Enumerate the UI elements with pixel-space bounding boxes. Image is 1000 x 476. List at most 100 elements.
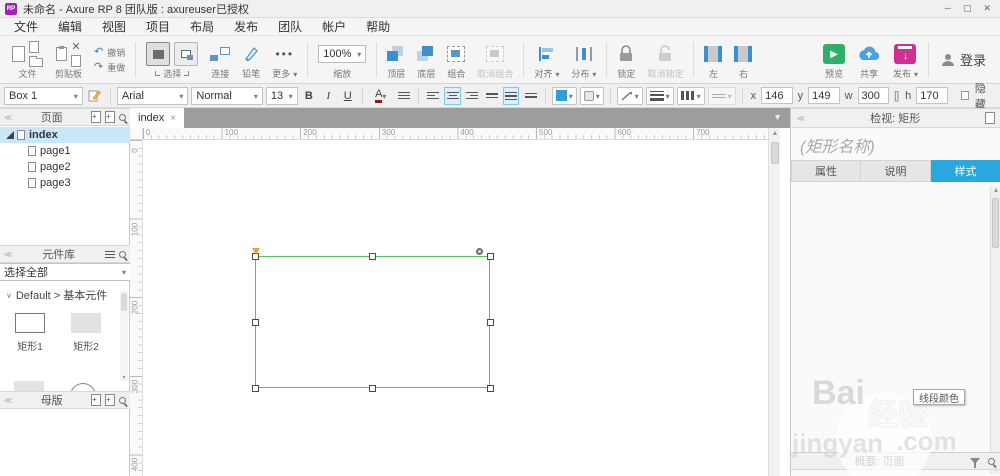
widget-rect3-partial[interactable] [14, 381, 44, 391]
canvas-vertical-scrollbar[interactable]: ▲ [768, 128, 780, 476]
menu-item-9[interactable]: 帮助 [356, 18, 400, 36]
menu-item-4[interactable]: 项目 [136, 18, 180, 36]
inspector-tab-属性[interactable]: 属性 [791, 160, 861, 182]
valign-top-button[interactable] [483, 87, 499, 105]
select-contain-button[interactable] [174, 42, 198, 66]
clipboard-tools[interactable]: ✕ 剪贴板 [49, 36, 88, 83]
menu-item-6[interactable]: 发布 [224, 18, 268, 36]
menu-item-1[interactable]: 文件 [4, 18, 48, 36]
inspector-tab-说明[interactable]: 说明 [861, 160, 931, 182]
opacity-chip[interactable] [580, 87, 604, 105]
font-size-select[interactable]: 13 [266, 87, 298, 105]
resize-handle[interactable] [369, 253, 376, 260]
scrollbar-thumb[interactable] [771, 142, 779, 164]
scrollbar-thumb[interactable] [992, 198, 999, 248]
edit-style-button[interactable] [86, 87, 104, 105]
resize-handle[interactable] [369, 385, 376, 392]
filter-icon[interactable] [970, 458, 980, 464]
select-intersect-button[interactable] [146, 42, 170, 66]
line-width-chip[interactable] [646, 87, 674, 105]
add-folder-icon[interactable]: + [105, 111, 115, 123]
fill-color-chip[interactable] [552, 87, 577, 105]
menu-item-3[interactable]: 视图 [92, 18, 136, 36]
sidebar-page-page2[interactable]: page2 [0, 159, 130, 175]
resize-handle[interactable] [252, 319, 259, 326]
expand-caret-icon[interactable] [6, 131, 14, 139]
menu-item-8[interactable]: 帐户 [312, 18, 356, 36]
more-tools[interactable]: ••• 更多 [266, 36, 303, 83]
align-right-button[interactable] [464, 87, 480, 105]
underline-button[interactable]: U [340, 87, 356, 105]
add-master-icon[interactable]: + [91, 394, 101, 406]
scroll-up-icon[interactable]: ▲ [769, 130, 781, 137]
add-page-icon[interactable]: + [91, 111, 101, 123]
bold-button[interactable]: B [301, 87, 317, 105]
publish-button[interactable]: ↓ 发布 [887, 36, 924, 83]
align-left-button[interactable] [425, 87, 441, 105]
sidebar-page-page3[interactable]: page3 [0, 175, 130, 191]
widget-ellipse-partial[interactable] [70, 383, 96, 391]
search-icon[interactable] [119, 397, 126, 404]
resize-handle[interactable] [252, 385, 259, 392]
menu-item-2[interactable]: 编辑 [48, 18, 92, 36]
close-icon[interactable]: ✕ [983, 3, 991, 14]
redo-button[interactable]: ↷重做 [94, 61, 125, 74]
resize-handle[interactable] [487, 385, 494, 392]
menu-item-7[interactable]: 团队 [268, 18, 312, 36]
resize-handle[interactable] [487, 253, 494, 260]
scroll-up-icon[interactable]: ▲ [991, 187, 1000, 194]
widget-name-input[interactable]: (矩形名称) [800, 133, 875, 157]
line-color-chip[interactable] [617, 87, 643, 105]
resize-handle[interactable] [487, 319, 494, 326]
x-input[interactable]: 146 [761, 87, 793, 104]
valign-middle-button[interactable] [503, 87, 519, 105]
valign-bottom-button[interactable] [522, 87, 538, 105]
sidebar-page-page1[interactable]: page1 [0, 143, 130, 159]
section-collapse-icon[interactable]: ∨ [6, 291, 12, 300]
distribute-tool[interactable]: 分布 [565, 36, 602, 83]
inspector-scrollbar[interactable]: ▲ ▼ [990, 186, 1000, 474]
menu-item-5[interactable]: 布局 [180, 18, 224, 36]
font-weight-select[interactable]: Normal [191, 87, 262, 105]
undo-button[interactable]: ↶撤销 [94, 46, 125, 59]
send-to-back[interactable]: 底层 [411, 36, 441, 83]
widget-style-select[interactable]: Box 1 [4, 87, 83, 105]
file-tools[interactable]: 文件 [6, 36, 49, 83]
align-tool[interactable]: 对齐 [528, 36, 565, 83]
collapse-panel-icon[interactable]: ≪ [4, 113, 12, 122]
collapse-panel-icon[interactable]: ≪ [797, 114, 805, 123]
line-style-chip[interactable] [677, 87, 705, 105]
add-master-folder-icon[interactable]: + [105, 394, 115, 406]
login-button[interactable]: 登录 [933, 50, 994, 69]
h-input[interactable]: 170 [916, 87, 948, 104]
inspector-tab-样式[interactable]: 样式 [931, 160, 1000, 182]
preview-button[interactable]: ▶ 预览 [817, 36, 851, 83]
search-icon[interactable] [119, 251, 126, 258]
lock-tool[interactable]: 锁定 [611, 36, 641, 83]
rotate-handle-icon[interactable] [476, 248, 483, 255]
tab-index[interactable]: index × [130, 108, 184, 128]
menu-icon[interactable] [105, 251, 115, 258]
line-spacing-button[interactable] [396, 87, 412, 105]
selected-rectangle-widget[interactable] [255, 256, 490, 388]
italic-button[interactable]: I [320, 87, 336, 105]
tab-list-icon[interactable]: ▼ [773, 112, 782, 122]
font-color-button[interactable]: A [369, 87, 393, 105]
link-wh-icon[interactable]: [] [894, 90, 898, 102]
group-tool[interactable]: 组合 [441, 36, 471, 83]
collapse-panel-icon[interactable]: ≪ [4, 396, 12, 405]
sidebar-page-index[interactable]: index [0, 127, 130, 143]
maximize-icon[interactable]: ▢ [963, 3, 972, 14]
search-icon[interactable] [988, 458, 995, 465]
note-page-icon[interactable] [985, 112, 995, 124]
widget-item-矩形2[interactable]: 矩形2 [62, 311, 110, 353]
font-family-select[interactable]: Arial [117, 87, 188, 105]
y-input[interactable]: 149 [808, 87, 840, 104]
widgets-scrollbar[interactable]: ▾ [120, 291, 128, 381]
collapse-panel-icon[interactable]: ≪ [4, 250, 12, 259]
tab-close-icon[interactable]: × [170, 113, 176, 124]
share-button[interactable]: 共享 [851, 36, 887, 83]
left-panel-toggle[interactable]: 左 [698, 36, 728, 83]
right-panel-toggle[interactable]: 右 [728, 36, 758, 83]
hide-checkbox[interactable] [961, 91, 969, 100]
